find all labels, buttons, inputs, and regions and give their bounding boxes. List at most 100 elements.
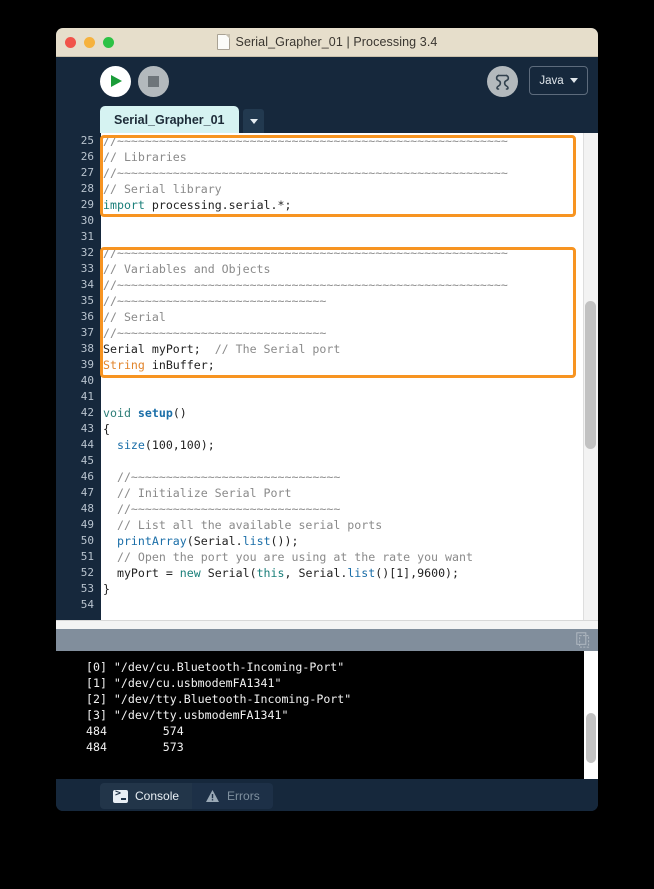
code-text: //~~~~~~~~~~~~~~~~~~~~~~~~~~~~~~~~~~~~~~… [103, 278, 508, 292]
code-text: Serial myPort; // The Serial port [103, 342, 341, 356]
code-line[interactable]: 28 // Serial library [56, 181, 598, 197]
code-line[interactable]: 48 //~~~~~~~~~~~~~~~~~~~~~~~~~~~~~~ [56, 501, 598, 517]
copy-icon[interactable] [576, 632, 590, 648]
code-line[interactable]: 50 printArray(Serial.list()); [56, 533, 598, 549]
editor-console-splitter[interactable] [56, 620, 598, 629]
console-scrollbar-thumb[interactable] [586, 713, 596, 763]
line-number: 31 [80, 230, 94, 243]
code-lines[interactable]: 25 //~~~~~~~~~~~~~~~~~~~~~~~~~~~~~~~~~~~~… [56, 133, 598, 613]
line-number: 26 [80, 150, 94, 163]
code-line[interactable]: 38 Serial myPort; // The Serial port [56, 341, 598, 357]
line-number: 28 [80, 182, 94, 195]
tab-console[interactable]: Console [100, 783, 193, 809]
code-text: { [103, 422, 110, 436]
code-line[interactable]: 27 //~~~~~~~~~~~~~~~~~~~~~~~~~~~~~~~~~~~~… [56, 165, 598, 181]
bottom-tabs-group: Console Errors [100, 783, 273, 809]
code-line[interactable]: 45 [56, 453, 598, 469]
line-number: 47 [80, 486, 94, 499]
code-line[interactable]: 43 { [56, 421, 598, 437]
line-number: 33 [80, 262, 94, 275]
code-text: //~~~~~~~~~~~~~~~~~~~~~~~~~~~~~~ [103, 294, 327, 308]
code-line[interactable]: 52 myPort = new Serial(this, Serial.list… [56, 565, 598, 581]
traffic-lights [65, 37, 114, 48]
code-line[interactable]: 41 [56, 389, 598, 405]
code-line[interactable]: 51 // Open the port you are using at the… [56, 549, 598, 565]
tab-console-label: Console [135, 789, 180, 803]
code-line[interactable]: 53} [56, 581, 598, 597]
debug-button[interactable] [487, 66, 518, 97]
code-line[interactable]: 46 //~~~~~~~~~~~~~~~~~~~~~~~~~~~~~~ [56, 469, 598, 485]
line-number: 25 [80, 134, 94, 147]
code-line[interactable]: 29 import processing.serial.*; [56, 197, 598, 213]
code-line[interactable]: 44 size(100,100); [56, 437, 598, 453]
tab-errors-label: Errors [227, 789, 260, 803]
code-text: //~~~~~~~~~~~~~~~~~~~~~~~~~~~~~~ [103, 326, 327, 340]
code-line[interactable]: 54 [56, 597, 598, 613]
line-number: 34 [80, 278, 94, 291]
code-line[interactable]: 47 // Initialize Serial Port [56, 485, 598, 501]
mode-selector[interactable]: Java [529, 66, 588, 95]
code-line[interactable]: 30 [56, 213, 598, 229]
code-line[interactable]: 25 //~~~~~~~~~~~~~~~~~~~~~~~~~~~~~~~~~~~~… [56, 133, 598, 149]
code-line[interactable]: 36 // Serial [56, 309, 598, 325]
line-number: 29 [80, 198, 94, 211]
console-line: 484 573 [86, 740, 184, 754]
code-line[interactable]: 39 String inBuffer; [56, 357, 598, 373]
console-line: [1] "/dev/cu.usbmodemFA1341" [86, 676, 282, 690]
chevron-down-icon [569, 78, 578, 83]
code-text: // List all the available serial ports [103, 518, 383, 532]
line-number: 32 [80, 246, 94, 259]
code-text: // Libraries [103, 150, 187, 164]
document-icon [216, 34, 230, 50]
code-line[interactable]: 31 [56, 229, 598, 245]
console-scrollbar-track[interactable] [584, 651, 598, 779]
code-text: } [103, 582, 110, 596]
line-number: 27 [80, 166, 94, 179]
code-line[interactable]: 40 [56, 373, 598, 389]
sketch-tab[interactable]: Serial_Grapher_01 [100, 106, 239, 133]
line-number: 54 [80, 598, 94, 611]
line-number: 42 [80, 406, 94, 419]
stop-square-icon [148, 76, 159, 87]
editor-scrollbar-track[interactable] [583, 133, 598, 620]
sketch-tabstrip: Serial_Grapher_01 [56, 106, 598, 133]
chevron-down-icon [249, 118, 258, 124]
line-number: 49 [80, 518, 94, 531]
console-header-bar [56, 629, 598, 651]
code-line[interactable]: 26 // Libraries [56, 149, 598, 165]
console-line: [2] "/dev/tty.Bluetooth-Incoming-Port" [86, 692, 352, 706]
line-number: 41 [80, 390, 94, 403]
code-line[interactable]: 33 // Variables and Objects [56, 261, 598, 277]
code-text: // Open the port you are using at the ra… [103, 550, 473, 564]
console-line: [0] "/dev/cu.Bluetooth-Incoming-Port" [86, 660, 345, 674]
code-line[interactable]: 42 void setup() [56, 405, 598, 421]
maximize-window-icon[interactable] [103, 37, 114, 48]
bottom-tab-bar: Console Errors [56, 779, 598, 811]
stop-button[interactable] [138, 66, 169, 97]
line-number: 52 [80, 566, 94, 579]
code-line[interactable]: 49 // List all the available serial port… [56, 517, 598, 533]
console-line: 484 574 [86, 724, 184, 738]
line-number: 53 [80, 582, 94, 595]
run-button[interactable] [100, 66, 131, 97]
play-icon [111, 75, 122, 87]
code-text: // Initialize Serial Port [103, 486, 292, 500]
code-line[interactable]: 32 //~~~~~~~~~~~~~~~~~~~~~~~~~~~~~~~~~~~~… [56, 245, 598, 261]
editor-scrollbar-thumb[interactable] [585, 301, 596, 449]
close-window-icon[interactable] [65, 37, 76, 48]
code-line[interactable]: 35 //~~~~~~~~~~~~~~~~~~~~~~~~~~~~~~ [56, 293, 598, 309]
code-editor[interactable]: 25 //~~~~~~~~~~~~~~~~~~~~~~~~~~~~~~~~~~~~… [56, 133, 598, 620]
bug-icon [495, 74, 510, 90]
code-line[interactable]: 34 //~~~~~~~~~~~~~~~~~~~~~~~~~~~~~~~~~~~~… [56, 277, 598, 293]
console-output[interactable]: [0] "/dev/cu.Bluetooth-Incoming-Port" [1]… [56, 651, 598, 779]
code-text: //~~~~~~~~~~~~~~~~~~~~~~~~~~~~~~ [103, 502, 341, 516]
processing-window: Serial_Grapher_01 | Processing 3.4 Java … [56, 28, 598, 811]
console-line: [3] "/dev/tty.usbmodemFA1341" [86, 708, 289, 722]
code-text: void setup() [103, 406, 187, 420]
tab-menu-button[interactable] [243, 109, 264, 133]
code-line[interactable]: 37 //~~~~~~~~~~~~~~~~~~~~~~~~~~~~~~ [56, 325, 598, 341]
code-text: printArray(Serial.list()); [116, 534, 299, 548]
minimize-window-icon[interactable] [84, 37, 95, 48]
tab-errors[interactable]: Errors [192, 783, 273, 809]
line-number: 38 [80, 342, 94, 355]
